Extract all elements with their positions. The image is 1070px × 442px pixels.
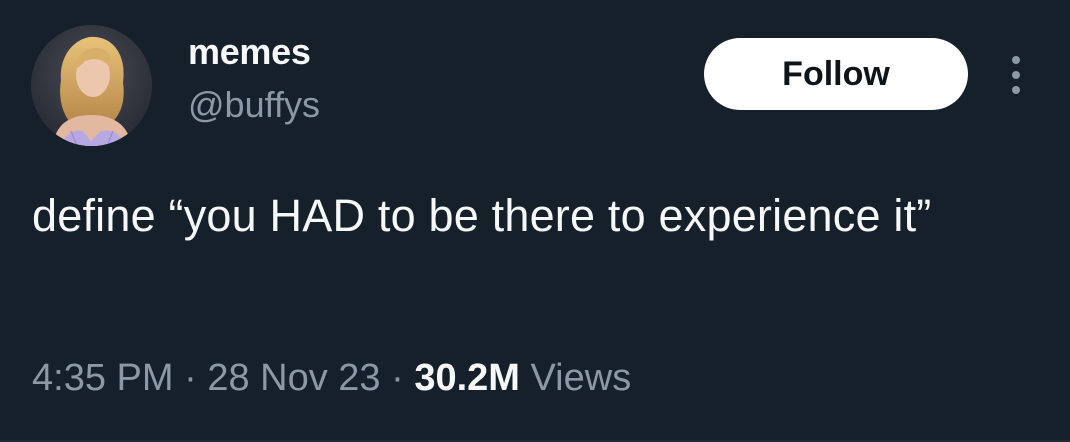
views-count[interactable]: 30.2M <box>414 357 520 399</box>
user-handle[interactable]: @buffys <box>188 83 320 127</box>
tweet-meta: 4:35 PM · 28 Nov 23 · 30.2M Views <box>32 353 631 403</box>
profile-photo-icon <box>31 25 152 146</box>
more-options-button[interactable] <box>998 50 1034 100</box>
more-vertical-icon <box>1012 56 1020 94</box>
display-name[interactable]: memes <box>188 30 311 74</box>
follow-button[interactable]: Follow <box>704 38 968 110</box>
avatar[interactable] <box>31 25 152 146</box>
tweet-card: memes @buffys Follow define “you HAD to … <box>0 0 1070 442</box>
meta-separator: · <box>184 357 197 399</box>
tweet-date[interactable]: 28 Nov 23 <box>207 357 380 399</box>
follow-button-label: Follow <box>782 54 890 93</box>
views-label: Views <box>530 357 632 399</box>
meta-separator-2: · <box>391 357 404 399</box>
tweet-text: define “you HAD to be there to experienc… <box>32 190 932 241</box>
tweet-time[interactable]: 4:35 PM <box>32 357 174 399</box>
